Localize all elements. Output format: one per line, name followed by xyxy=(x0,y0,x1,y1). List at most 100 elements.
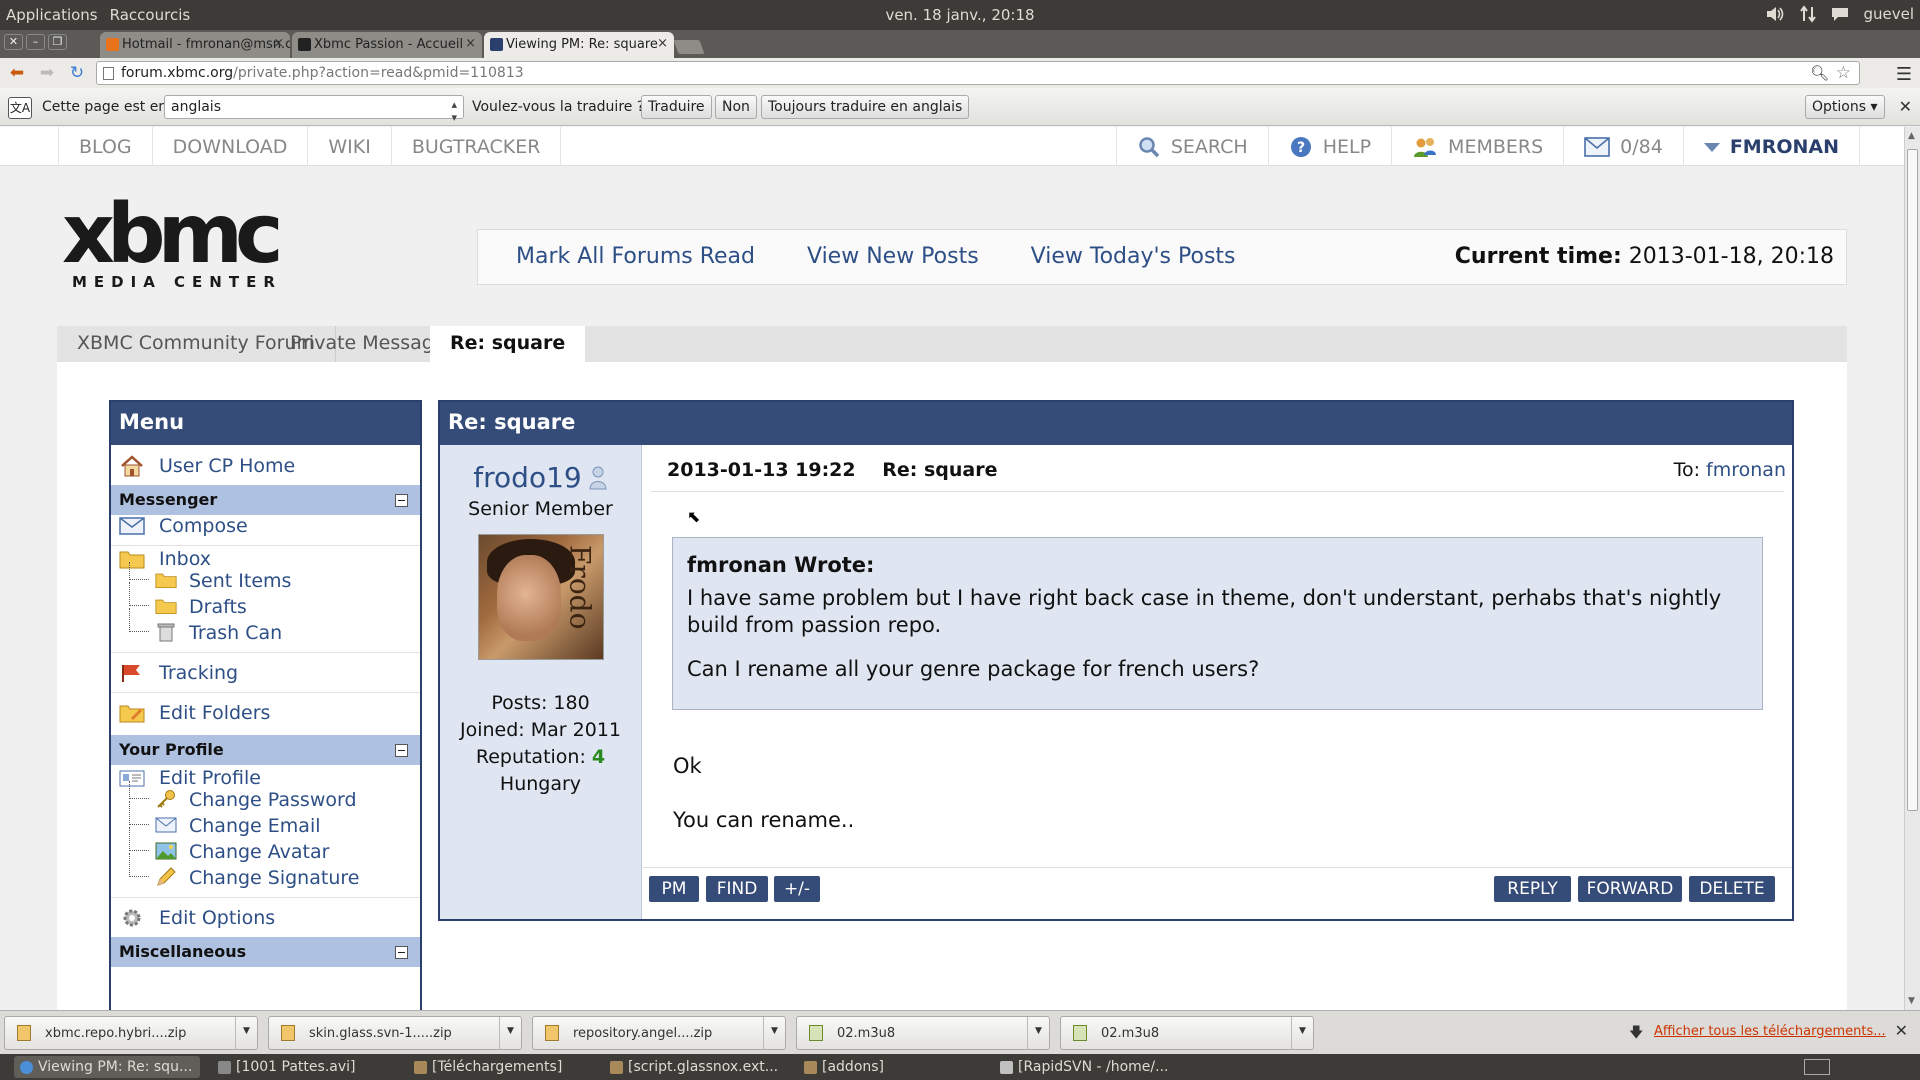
back-arrow-icon[interactable]: ⬅ xyxy=(8,63,26,83)
address-bar[interactable]: forum.xbmc.org/private.php?action=read&p… xyxy=(96,61,1860,85)
messaging-icon[interactable] xyxy=(1831,6,1849,22)
download-item[interactable]: 02.m3u8 ▼ xyxy=(796,1016,1050,1050)
joined-row: Joined: Mar 2011 xyxy=(460,719,621,741)
message-body: Ok You can rename.. xyxy=(673,753,854,861)
nav-user-menu[interactable]: FMRONAN xyxy=(1682,127,1860,166)
collapse-icon[interactable] xyxy=(395,744,408,757)
no-translate-button[interactable]: Non xyxy=(715,95,757,119)
scroll-down-icon[interactable]: ▼ xyxy=(1908,996,1915,1006)
xbmc-logo[interactable]: xbmc MEDIA CENTER xyxy=(62,194,322,295)
tab-close-icon[interactable]: × xyxy=(657,36,668,51)
view-todays-posts-link[interactable]: View Today's Posts xyxy=(1031,244,1236,269)
view-new-posts-link[interactable]: View New Posts xyxy=(807,244,979,269)
collapse-icon[interactable] xyxy=(395,946,408,959)
reload-icon[interactable]: ↻ xyxy=(68,63,86,83)
menu-label: User CP Home xyxy=(159,455,296,477)
find-button[interactable]: FIND xyxy=(706,876,768,902)
nav-help[interactable]: ? HELP xyxy=(1267,127,1391,166)
browser-menu-icon[interactable]: ☰ xyxy=(1896,64,1912,85)
scroll-up-icon[interactable]: ▲ xyxy=(1908,131,1915,141)
browser-tab-hotmail[interactable]: Hotmail - fmronan@msn.c × xyxy=(100,32,290,58)
private-message-panel: Re: square frodo19 Senior Member Frodo P… xyxy=(438,400,1794,921)
language-select[interactable]: anglais ▴ ▾ xyxy=(164,95,464,124)
window-minimize-button[interactable]: – xyxy=(26,34,45,50)
toggle-button[interactable]: +/- xyxy=(774,876,820,902)
pm-button[interactable]: PM xyxy=(649,876,699,902)
network-icon[interactable] xyxy=(1799,5,1817,23)
nav-download[interactable]: DOWNLOAD xyxy=(153,127,309,166)
menu-section-miscellaneous: Miscellaneous xyxy=(111,937,420,967)
task-addons-folder[interactable]: [addons] xyxy=(798,1056,978,1078)
download-item[interactable]: 02.m3u8 ▼ xyxy=(1060,1016,1314,1050)
always-translate-button[interactable]: Toujours traduire en anglais xyxy=(761,95,970,119)
collapse-icon[interactable] xyxy=(395,494,408,507)
nav-private-messages[interactable]: 0/84 xyxy=(1563,127,1683,166)
clock[interactable]: ven. 18 janv., 20:18 xyxy=(0,6,1920,24)
volume-icon[interactable] xyxy=(1765,5,1785,23)
download-item[interactable]: xbmc.repo.hybri....zip ▼ xyxy=(4,1016,258,1050)
bookmark-star-icon[interactable]: ☆ xyxy=(1836,63,1851,83)
page-scrollbar[interactable]: ▲ ▼ xyxy=(1904,127,1920,1010)
svg-text:?: ? xyxy=(1297,140,1305,156)
workspace-switcher[interactable] xyxy=(1804,1059,1830,1075)
browser-tab-viewing-pm[interactable]: Viewing PM: Re: square × xyxy=(484,32,674,58)
os-top-panel: Applications Raccourcis ven. 18 janv., 2… xyxy=(0,0,1920,30)
nav-search[interactable]: SEARCH xyxy=(1115,127,1268,166)
chevron-down-icon[interactable]: ▼ xyxy=(1291,1017,1313,1049)
usercp-menu: Menu User CP Home Messenger Compose Inbo… xyxy=(109,400,422,1010)
recipient-link[interactable]: fmronan xyxy=(1706,459,1786,481)
web-page: BLOG DOWNLOAD WIKI BUGTRACKER SEARCH ? H… xyxy=(0,127,1920,1010)
translate-question: Voulez-vous la traduire ? xyxy=(472,99,645,115)
chevron-down-icon[interactable]: ▼ xyxy=(763,1017,785,1049)
author-name[interactable]: frodo19 xyxy=(473,461,581,494)
close-infobar-icon[interactable]: ✕ xyxy=(1899,97,1912,116)
forward-button[interactable]: FORWARD xyxy=(1578,876,1682,902)
menu-section-messenger: Messenger xyxy=(111,485,420,515)
author-avatar[interactable]: Frodo xyxy=(477,534,604,660)
folder-icon xyxy=(610,1061,623,1074)
menu-label: Edit Options xyxy=(159,907,276,929)
task-script-folder[interactable]: [script.glassnox.ext... xyxy=(604,1056,784,1078)
window-close-button[interactable]: ✕ xyxy=(4,34,23,50)
task-downloads-folder[interactable]: [Téléchargements] xyxy=(408,1056,588,1078)
chrome-icon xyxy=(20,1061,33,1074)
task-rapidsvn[interactable]: [RapidSVN - /home/... xyxy=(994,1056,1184,1078)
mark-all-read-link[interactable]: Mark All Forums Read xyxy=(516,244,755,269)
posts-row: Posts: 180 xyxy=(491,692,590,714)
delete-button[interactable]: DELETE xyxy=(1689,876,1775,902)
browser-tab-xbmc-passion[interactable]: Xbmc Passion - Accueil × xyxy=(292,32,482,58)
reply-button[interactable]: REPLY xyxy=(1494,876,1571,902)
hotmail-favicon-icon xyxy=(106,38,119,51)
download-item[interactable]: skin.glass.svn-1.....zip ▼ xyxy=(268,1016,522,1050)
forward-arrow-icon[interactable]: ➡ xyxy=(38,63,56,83)
current-time-label: Current time: xyxy=(1454,244,1622,269)
zoom-magnifier-icon[interactable]: 🔍︎ xyxy=(1810,64,1829,82)
tab-title: Xbmc Passion - Accueil xyxy=(314,37,464,52)
download-item[interactable]: repository.angel....zip ▼ xyxy=(532,1016,786,1050)
home-icon xyxy=(121,455,143,477)
quote-block: fmronan Wrote: I have same problem but I… xyxy=(672,537,1763,710)
nav-wiki[interactable]: WIKI xyxy=(308,127,392,166)
translate-options-button[interactable]: Options ▾ xyxy=(1805,95,1885,119)
post-date: 2013-01-13 19:22 xyxy=(667,459,856,481)
reputation-value[interactable]: 4 xyxy=(592,746,605,768)
window-maximize-button[interactable]: ❐ xyxy=(48,34,67,50)
show-all-downloads-link[interactable]: Afficher tous les téléchargements... xyxy=(1654,1024,1886,1039)
scrollbar-thumb[interactable] xyxy=(1907,149,1918,811)
nav-bugtracker[interactable]: BUGTRACKER xyxy=(392,127,562,166)
nav-members[interactable]: MEMBERS xyxy=(1391,127,1563,166)
chevron-down-icon[interactable]: ▼ xyxy=(235,1017,257,1049)
nav-blog[interactable]: BLOG xyxy=(58,127,153,166)
task-browser[interactable]: Viewing PM: Re: squ... xyxy=(14,1056,200,1078)
chevron-down-icon[interactable]: ▼ xyxy=(499,1017,521,1049)
chevron-down-icon[interactable]: ▼ xyxy=(1027,1017,1049,1049)
user-menu[interactable]: guevel xyxy=(1863,5,1914,23)
task-label: [addons] xyxy=(822,1059,885,1075)
tab-close-icon[interactable]: × xyxy=(465,36,476,51)
close-shelf-icon[interactable]: ✕ xyxy=(1895,1021,1908,1040)
trash-icon xyxy=(157,623,175,642)
tab-close-icon[interactable]: × xyxy=(273,36,284,51)
task-video[interactable]: [1001 Pattes.avi] xyxy=(212,1056,392,1078)
translate-button[interactable]: Traduire xyxy=(641,95,712,119)
new-tab-button[interactable] xyxy=(673,40,705,54)
